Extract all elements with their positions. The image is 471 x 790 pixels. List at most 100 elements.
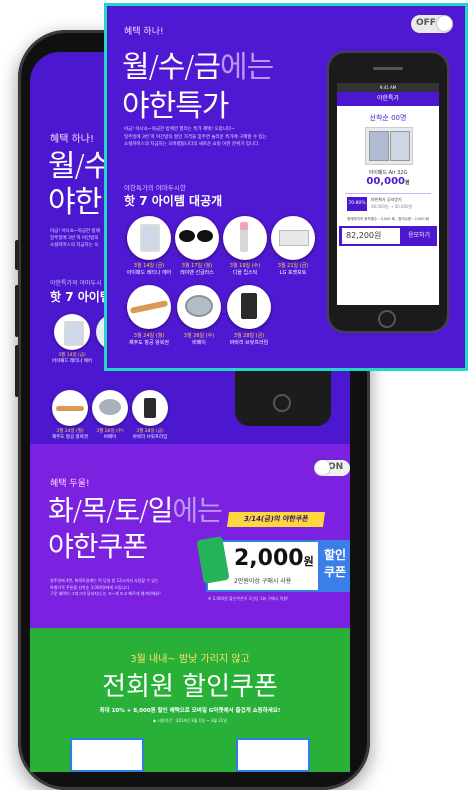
coupon-sub: 2만원이상 구매시 사용 <box>234 578 292 585</box>
section-description: 일주일에 4번, 화목토일에는 딱 당일 밤 12시까지 사용할 수 있는 특별… <box>50 578 161 598</box>
mini-phone: 9:41 AM 야한특가 선착순 00명 아이패드 Air 32G 00,000… <box>329 53 447 331</box>
items-heading: 핫 7 아이템 대공개 <box>124 194 223 208</box>
item-name: 비페이 <box>103 435 117 440</box>
airplane-icon <box>129 300 169 314</box>
speaker <box>373 67 403 70</box>
item-caption: 3월 14일 (금) 아이패드 레티나 에어 <box>50 353 94 365</box>
status-bar: 9:41 AM <box>337 83 439 92</box>
desc-line: 구운 혜택이 그대그대 달라지니 눈 크~게 뜨고 빠르게 챙겨야해요! <box>50 591 161 596</box>
desc-line: 소셜커머스의 지금하는 오 <box>50 243 99 248</box>
coupon-side-label: 할인 쿠폰 <box>318 540 350 592</box>
title-text: 월/수 <box>48 149 111 184</box>
section-tag: 혜택 두울! <box>50 479 90 489</box>
perfume-icon <box>144 398 156 418</box>
discount-badge: 70-80% <box>347 197 367 211</box>
item-airplane[interactable] <box>127 285 171 329</box>
section-title-line2: 야한 <box>48 185 102 220</box>
item-ipad[interactable] <box>54 314 90 350</box>
lipstick-tip <box>240 222 248 230</box>
section-title: 월/수 <box>48 148 111 186</box>
coupon-amount-value: 2,000 <box>234 546 304 571</box>
item-disc[interactable] <box>177 285 221 329</box>
title-text: 화/목/토/일 <box>48 494 173 527</box>
coupon-card[interactable] <box>70 738 144 772</box>
apply-button[interactable]: 응모하기 <box>403 228 435 244</box>
panel-title-line2: 야한특가 <box>122 89 229 124</box>
toggle-knob <box>437 16 452 31</box>
section-description: 최대 10% + 8,000원 할인 혜택으로 모바일 G마켓에서 즐겁게 쇼핑… <box>99 708 281 714</box>
item-sunglasses[interactable] <box>175 216 219 260</box>
disc-icon <box>185 295 213 317</box>
sunglasses-icon <box>179 230 195 242</box>
tablet-icon <box>390 131 410 161</box>
special-price-detail-panel: OFF 혜택 하나! 월/수/금에는 야한특가 야금! 야나쇼~야금한 밤에만 … <box>104 3 468 371</box>
sunglasses-icon <box>197 230 213 242</box>
off-toggle[interactable]: OFF <box>411 15 453 33</box>
section-sub: 3월 내내~ 밤낮 가리지 않고 <box>130 654 250 665</box>
item-disc[interactable] <box>92 390 128 426</box>
item-caption: 3월 26일 (수) 비페이 <box>88 429 132 441</box>
coupon-card[interactable] <box>236 738 310 772</box>
desc-line: 야금! 야나쇼~야금한 밤에 <box>50 229 100 234</box>
item-name: 바바리 브릿프라임 <box>229 340 269 346</box>
mini-screen: 9:41 AM 야한특가 선착순 00명 아이패드 Air 32G 00,000… <box>337 83 439 305</box>
mini-app-title: 야한특가 <box>337 92 439 106</box>
desc-line: 일주일에 3번 딱 야간밤의 <box>50 236 99 241</box>
discount-value: 70-80 <box>348 201 362 206</box>
panel-title: 월/수/금에는 <box>122 42 274 86</box>
perfume-icon <box>241 293 257 319</box>
items-heading: 핫 7 아이템 <box>50 290 111 304</box>
item-printer[interactable] <box>271 216 315 260</box>
disc-icon <box>99 399 121 415</box>
item-name: 바바리 브릿프라임 <box>132 435 168 440</box>
coupon-date-badge: 3/14(금)의 야한쿠폰 <box>226 512 326 527</box>
mini-phone-bottom <box>235 370 331 426</box>
price-value: 00,000 <box>366 176 405 187</box>
product-name: 아이패드 Air 32G <box>368 170 408 176</box>
title-text: 월/수/금 <box>122 50 221 85</box>
section-title: 전회원 할인쿠폰 <box>102 672 278 702</box>
home-button-icon <box>273 394 291 412</box>
meta-line: 00,000원 → 00,000원 <box>371 204 413 209</box>
section-note: ◆ 사용기간 : 2014년 3월 1일 ~ 3월 31일 <box>153 718 227 723</box>
tablet-product-image <box>365 127 413 165</box>
price-unit: 원 <box>404 180 410 186</box>
item-lipstick[interactable] <box>223 216 267 260</box>
printer-icon <box>279 230 309 246</box>
toggle-label: ON <box>328 462 344 472</box>
phone-side-button <box>15 285 19 337</box>
toggle-label: OFF <box>416 18 436 28</box>
first-come-label: 선착순 00명 <box>369 114 407 122</box>
title-suffix: 에는 <box>220 50 274 85</box>
coupon-card[interactable]: 2,000원 2만원이상 구매시 사용 할인 쿠폰 <box>196 536 350 592</box>
divider <box>345 193 431 194</box>
item-caption: 3월 28일 (금) 바바리 브릿프라임 <box>128 429 172 441</box>
item-perfume[interactable] <box>132 390 168 426</box>
entry-price-input[interactable]: 82,200원 <box>342 228 400 244</box>
tablet-icon <box>64 321 84 346</box>
desc-line: 일주일에 3번 딱 야간밤의 할인 가격을 맞추면 놀라운 특가에 구매할 수 … <box>124 134 267 140</box>
coupon-section: 혜택 두울! ON 화/목/토/일에는 야한쿠폰 3/14(금)의 야한쿠폰 일… <box>30 444 350 628</box>
item-date: 3월 28일 (금) <box>233 333 265 339</box>
on-toggle[interactable]: ON <box>314 460 350 476</box>
item-perfume[interactable] <box>227 285 271 329</box>
item-date: 3월 21일 (금) <box>277 263 309 269</box>
coupon-unit: 원 <box>303 555 314 568</box>
title-suffix: 에는 <box>172 494 223 527</box>
discount-unit: % <box>361 201 366 206</box>
item-ipad[interactable] <box>127 216 171 260</box>
desc-line: 일주일에 4번, 화목토일에는 딱 당일 밤 12시까지 사용할 수 있는 <box>50 578 159 583</box>
item-airplane[interactable] <box>52 390 88 426</box>
phone-g-icon <box>196 536 230 584</box>
meta-line: 야한특가 공지받기 <box>371 197 402 202</box>
home-button-icon[interactable] <box>378 310 396 328</box>
item-caption: 3월 24일 (월) 제주도 항공 왕복권 <box>48 429 92 441</box>
section-tag: 혜택 하나! <box>124 27 164 37</box>
tablet-icon <box>369 131 389 161</box>
sub-heading: 야한특가의 야마두시한 <box>124 184 186 192</box>
tablet-icon <box>140 224 160 252</box>
panel-description: 야금! 야나쇼~야금한 밤에만 열리는 특가 혜택! 오랍니다~ 일주일에 3번… <box>124 126 267 149</box>
item-name: 아이패드 레티나 에어 <box>51 359 93 364</box>
phone-side-button <box>15 240 19 270</box>
desc-line: 야금! 야나쇼~야금한 밤에만 열리는 특가 혜택! 오랍니다~ <box>124 127 235 132</box>
